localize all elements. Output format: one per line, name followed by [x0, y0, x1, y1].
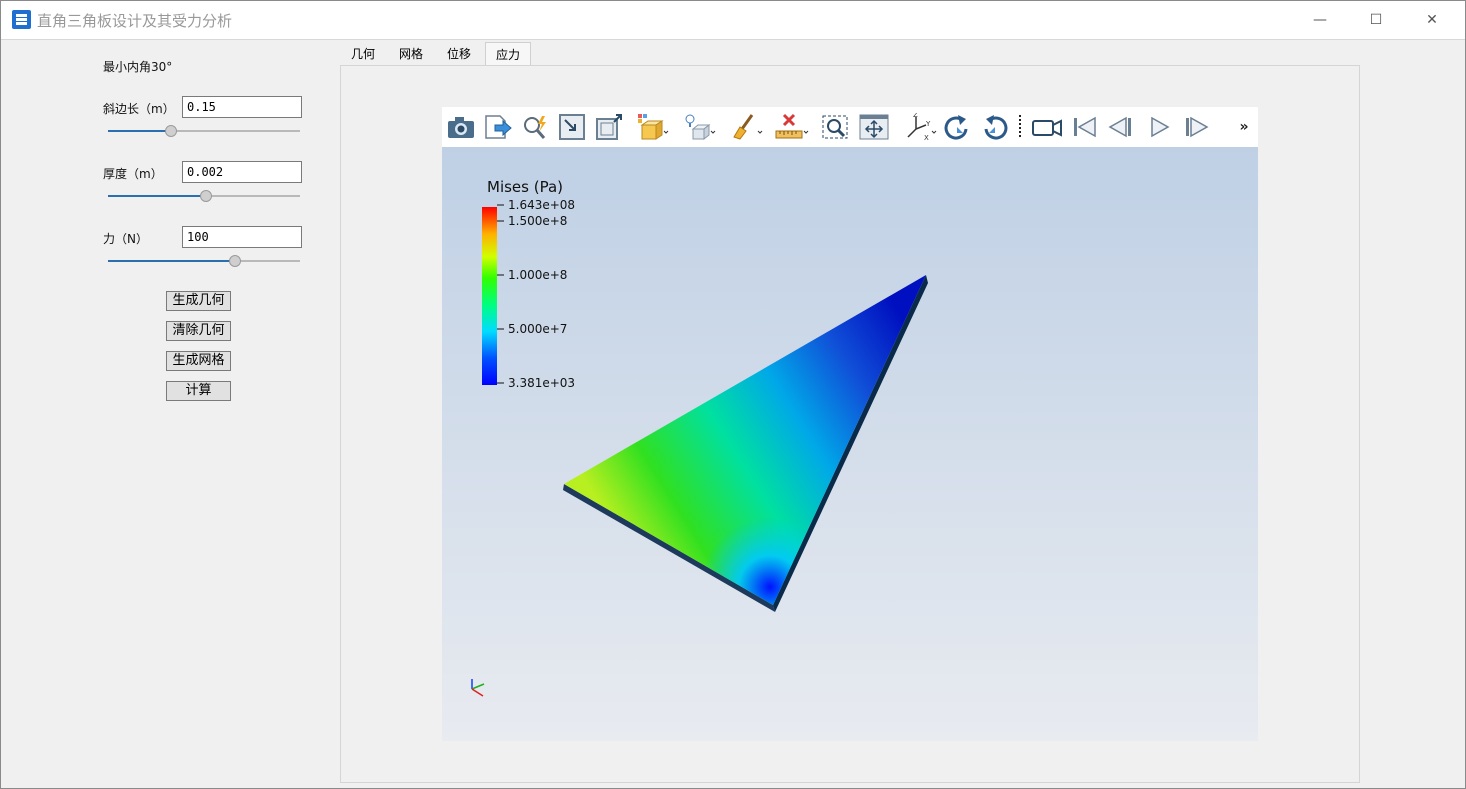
- tab-displacement[interactable]: 位移: [441, 42, 477, 66]
- min-angle-label: 最小内角30°: [103, 60, 173, 74]
- slider-fill: [108, 195, 206, 197]
- light-cube-icon[interactable]: [681, 113, 717, 141]
- minimize-button[interactable]: —: [1297, 1, 1343, 39]
- hypotenuse-label: 斜边长（m）: [103, 102, 175, 116]
- viewer-toolbar: Z YX »: [442, 107, 1258, 147]
- app-logo-icon: [12, 10, 31, 29]
- zoom-box-icon[interactable]: [821, 113, 851, 141]
- next-frame-icon[interactable]: [1181, 113, 1211, 141]
- force-slider[interactable]: [108, 254, 300, 268]
- slider-handle[interactable]: [228, 255, 241, 267]
- legend-label-1e8: 1.000e+8: [508, 268, 568, 282]
- thickness-input[interactable]: 0.002: [182, 161, 302, 183]
- hypotenuse-input[interactable]: 0.15: [182, 96, 302, 118]
- previous-frame-icon[interactable]: [1106, 113, 1136, 141]
- tab-geometry[interactable]: 几何: [345, 42, 381, 66]
- export-icon[interactable]: [483, 113, 513, 141]
- broom-clear-icon[interactable]: [728, 113, 764, 141]
- rotate-cw-icon[interactable]: [942, 113, 972, 141]
- 3d-scene[interactable]: Mises (Pa) 1.643e+08 1.500e+8 1.000e+8 5…: [442, 147, 1258, 741]
- legend-title: Mises (Pa): [487, 178, 564, 196]
- force-label: 力（N）: [103, 232, 148, 246]
- slider-handle[interactable]: [165, 125, 178, 137]
- clear-geometry-button[interactable]: 清除几何: [166, 321, 231, 341]
- ruler-delete-icon[interactable]: [774, 113, 810, 141]
- title-bar[interactable]: 直角三角板设计及其受力分析 — ☐ ✕: [1, 1, 1465, 40]
- force-input[interactable]: 100: [182, 226, 302, 248]
- generate-geometry-button[interactable]: 生成几何: [166, 291, 231, 311]
- render-view[interactable]: Z YX » Mises (Pa) 1.643e+08 1.500e+8 1.00…: [442, 107, 1258, 741]
- hypotenuse-slider[interactable]: [108, 124, 300, 138]
- video-camera-icon[interactable]: [1032, 113, 1062, 141]
- play-icon[interactable]: [1144, 113, 1174, 141]
- app-window: 直角三角板设计及其受力分析 — ☐ ✕ 最小内角30° 斜边长（m） 0.15 …: [0, 0, 1466, 789]
- reset-view-icon[interactable]: [557, 113, 587, 141]
- first-frame-icon[interactable]: [1069, 113, 1099, 141]
- maximize-button[interactable]: ☐: [1353, 1, 1399, 39]
- orientation-axes: [471, 679, 485, 697]
- svg-text:Z: Z: [913, 113, 918, 119]
- toolbar-separator: [1010, 113, 1030, 141]
- svg-text:Y: Y: [925, 120, 931, 128]
- window-title: 直角三角板设计及其受力分析: [37, 12, 233, 30]
- svg-text:X: X: [924, 134, 929, 141]
- thickness-label: 厚度（m）: [103, 167, 163, 181]
- zoom-to-data-icon[interactable]: [520, 113, 550, 141]
- box-select-icon[interactable]: [594, 113, 624, 141]
- slider-fill: [108, 130, 172, 132]
- compute-button[interactable]: 计算: [166, 381, 231, 401]
- slider-fill: [108, 260, 235, 262]
- close-button[interactable]: ✕: [1409, 1, 1455, 39]
- rotate-ccw-icon[interactable]: [980, 113, 1010, 141]
- tab-mesh[interactable]: 网格: [393, 42, 429, 66]
- pan-icon[interactable]: [859, 113, 889, 141]
- axes-orientation-icon[interactable]: Z YX: [904, 113, 940, 141]
- legend-label-min: 3.381e+03: [508, 376, 576, 390]
- legend-label-max: 1.643e+08: [508, 198, 576, 212]
- cube-dropdown-icon[interactable]: [634, 113, 670, 141]
- plate-stress-overlay: [564, 275, 926, 605]
- legend-label-1-5e8: 1.500e+8: [508, 214, 568, 228]
- tab-stress[interactable]: 应力: [485, 42, 531, 66]
- generate-mesh-button[interactable]: 生成网格: [166, 351, 231, 371]
- stress-plot: [471, 204, 928, 697]
- slider-handle[interactable]: [199, 190, 212, 202]
- legend-label-5e7: 5.000e+7: [508, 322, 568, 336]
- color-legend-bar: [482, 207, 497, 385]
- more-icon[interactable]: »: [1234, 113, 1254, 141]
- thickness-slider[interactable]: [108, 189, 300, 203]
- camera-icon[interactable]: [446, 113, 476, 141]
